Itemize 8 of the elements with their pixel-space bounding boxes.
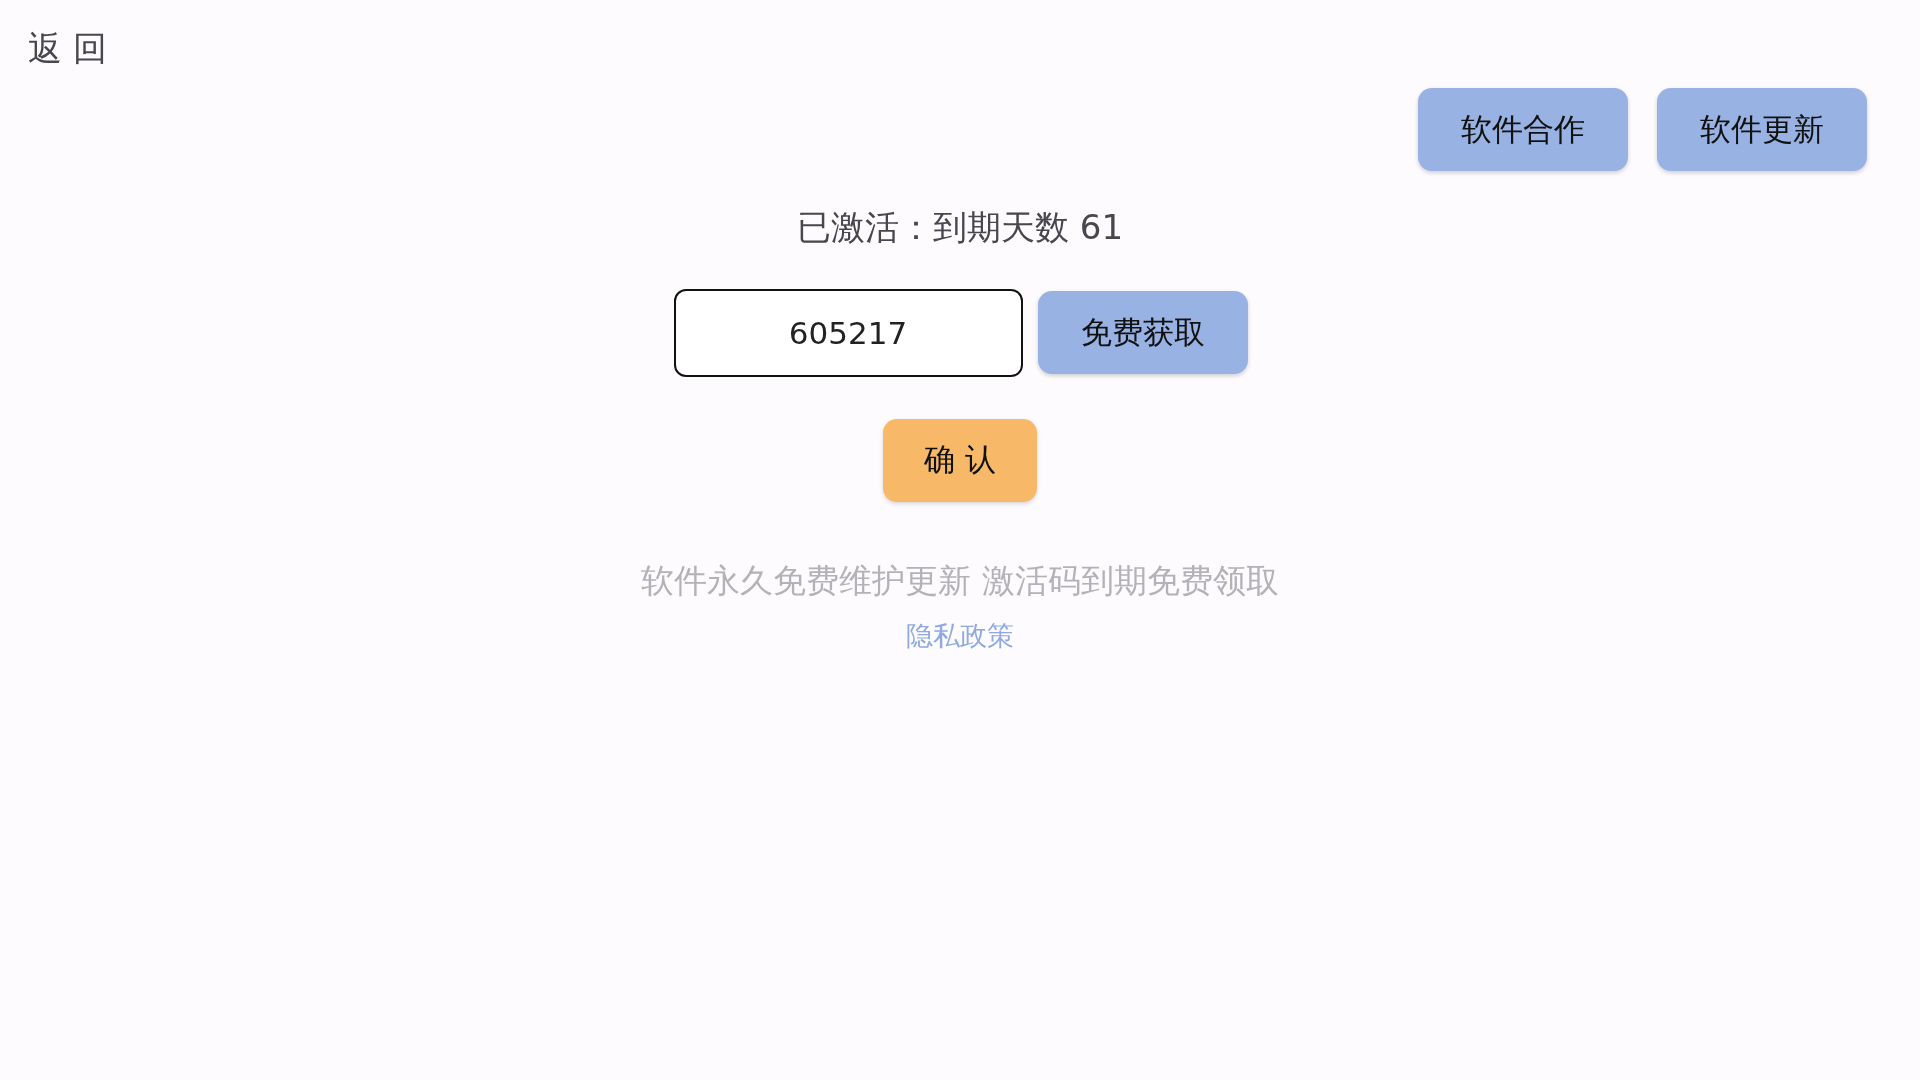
- notice-text: 软件永久免费维护更新 激活码到期免费领取: [641, 560, 1279, 601]
- activation-status: 已激活：到期天数 61: [796, 207, 1124, 248]
- confirm-button[interactable]: 确 认: [883, 418, 1037, 502]
- header-button[interactable]: 软件更新: [1657, 88, 1867, 171]
- header-button[interactable]: 软件合作: [1418, 88, 1628, 171]
- activation-code-field[interactable]: 605217: [673, 288, 1023, 377]
- get-free-button[interactable]: 免费获取: [1037, 291, 1248, 375]
- back-button[interactable]: 返 回: [28, 28, 107, 69]
